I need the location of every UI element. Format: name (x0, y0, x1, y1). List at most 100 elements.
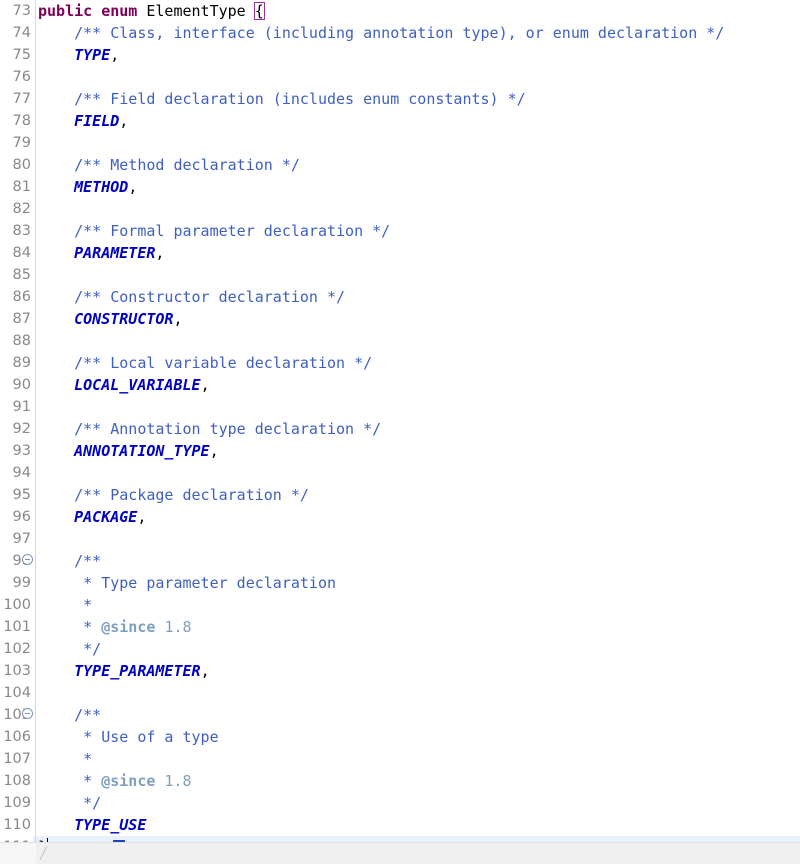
code-line-text[interactable] (38, 132, 800, 154)
code-line[interactable]: 103 TYPE_PARAMETER, (0, 660, 800, 682)
code-line-text[interactable]: /** (38, 704, 800, 726)
code-line-text[interactable] (38, 198, 800, 220)
code-line[interactable]: 80 /** Method declaration */ (0, 154, 800, 176)
code-line-text[interactable]: /** Class, interface (including annotati… (38, 22, 800, 44)
token-jdoc: * (74, 750, 93, 768)
code-line[interactable]: 98 /** (0, 550, 800, 572)
line-number: 101 (0, 616, 33, 638)
code-line-text[interactable]: * @since 1.8 (38, 770, 800, 792)
code-line-text[interactable]: */ (38, 638, 800, 660)
code-line[interactable]: 82 (0, 198, 800, 220)
code-line-text[interactable]: ANNOTATION_TYPE, (38, 440, 800, 462)
code-line-text[interactable]: * Type parameter declaration (38, 572, 800, 594)
code-line-text[interactable]: /** Constructor declaration */ (38, 286, 800, 308)
code-line-text[interactable]: * Use of a type (38, 726, 800, 748)
code-line[interactable]: 77 /** Field declaration (includes enum … (0, 88, 800, 110)
code-line[interactable]: 83 /** Formal parameter declaration */ (0, 220, 800, 242)
code-line-text[interactable] (38, 264, 800, 286)
line-number: 97 (0, 528, 33, 550)
code-line[interactable]: 86 /** Constructor declaration */ (0, 286, 800, 308)
code-line[interactable]: 99 * Type parameter declaration (0, 572, 800, 594)
line-number-label: 85 (12, 267, 31, 283)
code-line-text[interactable]: CONSTRUCTOR, (38, 308, 800, 330)
code-line[interactable]: 81 METHOD, (0, 176, 800, 198)
code-line[interactable]: 110 TYPE_USE (0, 814, 800, 836)
code-line-text[interactable]: FIELD, (38, 110, 800, 132)
code-line[interactable]: 74 /** Class, interface (including annot… (0, 22, 800, 44)
token-jdockey: @since (101, 618, 156, 636)
code-area[interactable]: 73 public enum ElementType {74 /** Class,… (0, 0, 800, 842)
code-line[interactable]: 94 (0, 462, 800, 484)
code-line-text[interactable] (38, 682, 800, 704)
code-line-text[interactable]: /** Method declaration */ (38, 154, 800, 176)
code-line-text[interactable] (38, 396, 800, 418)
token-enumc: METHOD (74, 178, 129, 196)
code-line-text[interactable]: TYPE_PARAMETER, (38, 660, 800, 682)
code-line[interactable]: 108 * @since 1.8 (0, 770, 800, 792)
code-line[interactable]: 76 (0, 66, 800, 88)
code-line[interactable]: 75 TYPE, (0, 44, 800, 66)
code-line[interactable]: 91 (0, 396, 800, 418)
line-number: 103 (0, 660, 33, 682)
code-line-text[interactable]: */ (38, 792, 800, 814)
code-line-text[interactable]: METHOD, (38, 176, 800, 198)
code-line-text[interactable]: LOCAL_VARIABLE, (38, 374, 800, 396)
code-line-text[interactable]: /** Field declaration (includes enum con… (38, 88, 800, 110)
code-line[interactable]: 87 CONSTRUCTOR, (0, 308, 800, 330)
code-line[interactable]: 84 PARAMETER, (0, 242, 800, 264)
code-line[interactable]: 106 * Use of a type (0, 726, 800, 748)
code-line-text[interactable]: /** (38, 550, 800, 572)
code-line[interactable]: 109 */ (0, 792, 800, 814)
code-line[interactable]: 79 (0, 132, 800, 154)
code-line[interactable]: 104 (0, 682, 800, 704)
code-line-text[interactable]: * (38, 594, 800, 616)
code-line-text[interactable] (38, 528, 800, 550)
code-line-text[interactable]: PACKAGE, (38, 506, 800, 528)
code-line-text[interactable]: PARAMETER, (38, 242, 800, 264)
code-line-text[interactable]: /** Formal parameter declaration */ (38, 220, 800, 242)
line-number: 108 (0, 770, 33, 792)
line-number-label: 107 (3, 751, 31, 767)
code-line-text[interactable]: * (38, 748, 800, 770)
code-line[interactable]: 73 public enum ElementType { (0, 0, 800, 22)
code-line-text[interactable]: TYPE_USE (38, 814, 800, 836)
code-line-text[interactable] (38, 66, 800, 88)
token-jdoc: /** Annotation type declaration */ (74, 420, 382, 438)
code-line[interactable]: 95 /** Package declaration */ (0, 484, 800, 506)
fold-collapse-icon[interactable] (22, 708, 33, 719)
code-line[interactable]: 107 * (0, 748, 800, 770)
code-line[interactable]: 89 /** Local variable declaration */ (0, 352, 800, 374)
code-line-text[interactable]: * @since 1.8 (38, 616, 800, 638)
code-line[interactable]: 96 PACKAGE, (0, 506, 800, 528)
code-line[interactable]: 88 (0, 330, 800, 352)
code-line-text[interactable]: /** Annotation type declaration */ (38, 418, 800, 440)
code-line[interactable]: 102 */ (0, 638, 800, 660)
code-line[interactable]: 100 * (0, 594, 800, 616)
code-line[interactable]: 78 FIELD, (0, 110, 800, 132)
line-number-label: 78 (12, 113, 31, 129)
code-line[interactable]: 90 LOCAL_VARIABLE, (0, 374, 800, 396)
code-editor[interactable]: 73 public enum ElementType {74 /** Class,… (0, 0, 800, 864)
code-line[interactable]: 93 ANNOTATION_TYPE, (0, 440, 800, 462)
code-line-text[interactable]: /** Package declaration */ (38, 484, 800, 506)
code-line-text[interactable] (38, 462, 800, 484)
code-line-text[interactable]: /** Local variable declaration */ (38, 352, 800, 374)
code-line-text[interactable] (38, 330, 800, 352)
code-line[interactable]: 92 /** Annotation type declaration */ (0, 418, 800, 440)
fold-collapse-icon[interactable] (22, 554, 33, 565)
code-line[interactable]: 105 /** (0, 704, 800, 726)
code-line-text[interactable]: public enum ElementType { (38, 0, 800, 22)
code-line-text[interactable]: TYPE, (38, 44, 800, 66)
token-jdoc: /** Method declaration */ (74, 156, 300, 174)
code-line[interactable]: 97 (0, 528, 800, 550)
token-jdoctag: 1.8 (164, 772, 192, 790)
code-line[interactable]: 85 (0, 264, 800, 286)
code-line[interactable]: 101 * @since 1.8 (0, 616, 800, 638)
